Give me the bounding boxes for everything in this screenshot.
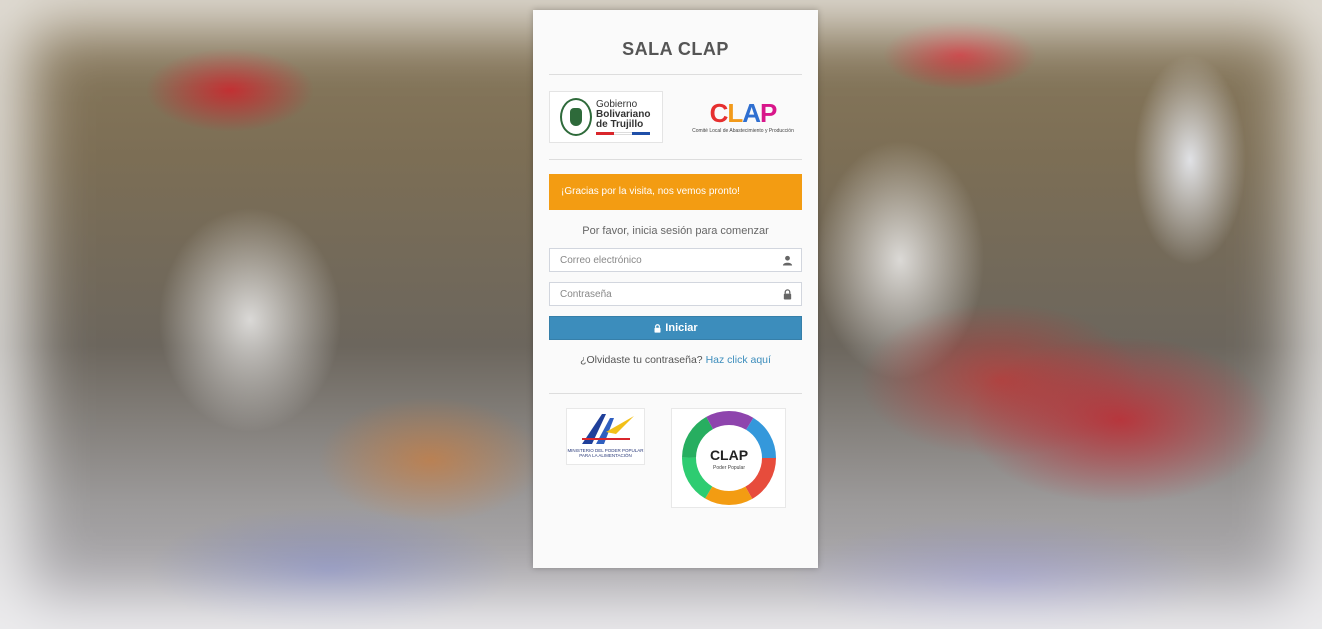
clap-logo-word: CLAP [709, 98, 778, 128]
ministerio-alimentacion-logo: Ministerio del Poder Popular para la Ali… [566, 408, 645, 465]
clap-poder-popular-logo: CLAP Poder Popular [671, 408, 786, 508]
divider [549, 159, 802, 160]
header-logos: Gobierno Bolivariano de Trujillo CLAP Co… [549, 75, 802, 159]
clap-circle-subtitle: Poder Popular [713, 465, 745, 471]
password-field-wrapper [549, 282, 802, 306]
email-field[interactable] [550, 249, 801, 271]
ministerio-logo-text: Ministerio del Poder Popular para la Ali… [567, 448, 644, 458]
clap-logo-subtitle: Comité Local de Abastecimiento y Producc… [692, 128, 794, 134]
forgot-password-text: ¿Olvidaste tu contraseña? [580, 354, 703, 366]
coat-of-arms-icon [560, 98, 592, 136]
clap-logo: CLAP Comité Local de Abastecimiento y Pr… [684, 91, 802, 143]
ministerio-emblem-icon [581, 414, 634, 444]
flag-stripes [596, 131, 650, 135]
forgot-password-link[interactable]: Haz click aquí [706, 354, 771, 366]
lock-icon [783, 289, 792, 300]
password-field[interactable] [550, 283, 801, 305]
gobierno-trujillo-logo: Gobierno Bolivariano de Trujillo [549, 91, 663, 143]
farewell-alert: ¡Gracias por la visita, nos vemos pronto… [549, 174, 802, 210]
page-title: SALA CLAP [622, 39, 729, 59]
login-intro-text: Por favor, inicia sesión para comenzar [582, 225, 769, 237]
footer-logos: Ministerio del Poder Popular para la Ali… [549, 394, 802, 508]
email-field-wrapper [549, 248, 802, 272]
clap-cycle-emblem-icon: CLAP Poder Popular [681, 411, 776, 505]
login-button[interactable]: Iniciar [549, 316, 802, 340]
gobierno-logo-line2: Bolivariano [596, 108, 651, 120]
lock-icon [654, 323, 661, 333]
forgot-password-line: ¿Olvidaste tu contraseña? Haz click aquí [549, 354, 802, 366]
clap-circle-title: CLAP [709, 447, 747, 463]
gobierno-logo-line1: Gobierno [596, 98, 638, 110]
user-icon [782, 255, 793, 266]
login-button-label: Iniciar [665, 322, 698, 334]
gobierno-logo-line3: de Trujillo [596, 118, 644, 130]
login-card: SALA CLAP Gobierno Bolivariano de Trujil… [533, 10, 818, 568]
